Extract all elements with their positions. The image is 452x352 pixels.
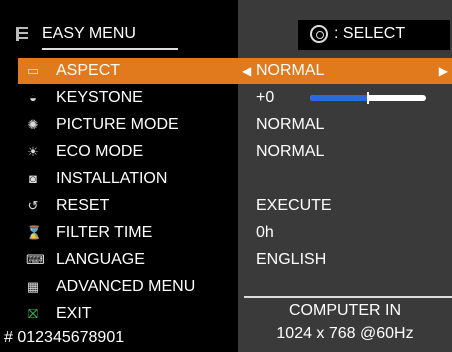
menu-header: EASY MENU — [12, 20, 234, 50]
projector-osd: EASY MENU : SELECT ▭ ASPECT ◀ NORMAL ▶ ◒… — [0, 0, 452, 352]
menu-item-value: 0h — [256, 224, 274, 241]
menu-item-label: PICTURE MODE — [56, 116, 179, 133]
picture-mode-icon: ✺ — [27, 117, 39, 132]
menu-item-eco-mode[interactable]: ☀ ECO MODE NORMAL — [0, 139, 452, 165]
reset-icon: ↺ — [27, 198, 39, 213]
menu-item-value: NORMAL — [256, 116, 325, 133]
menu-item-value: NORMAL — [256, 143, 325, 160]
menu-item-label: INSTALLATION — [56, 170, 168, 187]
menu-item-aspect[interactable]: ▭ ASPECT ◀ NORMAL ▶ — [18, 58, 452, 84]
left-arrow-icon[interactable]: ◀ — [242, 58, 251, 84]
select-button-icon — [310, 25, 328, 43]
filter-time-icon: ⌛ — [26, 225, 43, 240]
menu-item-value: EXECUTE — [256, 197, 332, 214]
menu-item-label: FILTER TIME — [56, 224, 153, 241]
menu-item-label: LANGUAGE — [56, 251, 145, 268]
select-hint: : SELECT — [298, 20, 450, 50]
menu-item-reset[interactable]: ↺ RESET EXECUTE — [0, 193, 452, 219]
installation-icon: ◙ — [29, 171, 37, 186]
menu-item-language[interactable]: ⌨ LANGUAGE ENGLISH — [0, 247, 452, 273]
input-signal: 1024 x 768 @60Hz — [276, 325, 414, 342]
menu-item-filter-time[interactable]: ⌛ FILTER TIME 0h — [0, 220, 452, 246]
menu-item-value: +0 — [256, 89, 275, 106]
keystone-slider-fill — [310, 95, 368, 101]
menu-item-label: ADVANCED MENU — [56, 278, 196, 295]
menu-item-installation[interactable]: ◙ INSTALLATION — [0, 166, 452, 192]
input-name: COMPUTER IN — [289, 302, 401, 319]
select-hint-label: : SELECT — [334, 25, 406, 42]
menu-title: EASY MENU — [42, 20, 178, 50]
advanced-menu-icon: ▦ — [26, 279, 40, 294]
menu-item-picture-mode[interactable]: ✺ PICTURE MODE NORMAL — [0, 112, 452, 138]
exit-icon: ⛝ — [28, 306, 38, 321]
menu-item-label: KEYSTONE — [56, 89, 143, 106]
footer-divider — [244, 296, 452, 298]
serial-number: # 012345678901 — [4, 329, 125, 346]
menu-item-value: NORMAL — [256, 62, 325, 79]
language-icon: ⌨ — [26, 252, 45, 267]
menu-item-label: RESET — [56, 197, 110, 214]
menu-item-label: ASPECT — [56, 62, 121, 79]
menu-item-value: ENGLISH — [256, 251, 327, 268]
input-info: COMPUTER IN 1024 x 768 @60Hz — [238, 300, 452, 346]
keystone-icon: ◒ — [29, 90, 37, 105]
eco-mode-icon: ☀ — [27, 144, 39, 159]
aspect-icon: ▭ — [26, 63, 40, 78]
menu-item-label: ECO MODE — [56, 143, 144, 160]
menu-item-keystone[interactable]: ◒ KEYSTONE +0 — [0, 85, 452, 111]
keystone-slider-handle[interactable] — [367, 92, 369, 104]
menu-item-label: EXIT — [56, 305, 92, 322]
easy-menu-icon — [16, 27, 28, 41]
right-arrow-icon[interactable]: ▶ — [439, 58, 448, 84]
